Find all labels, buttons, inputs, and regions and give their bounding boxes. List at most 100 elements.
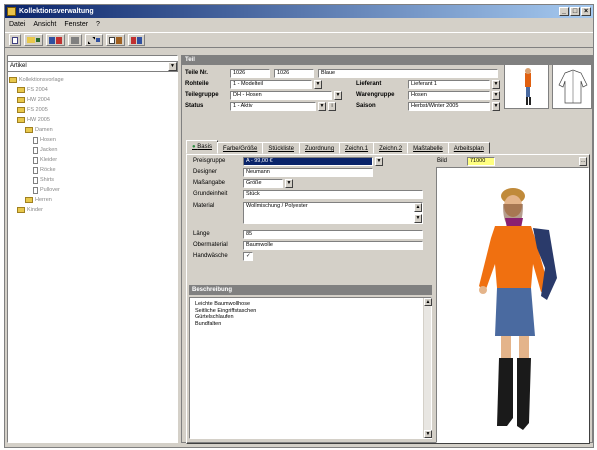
- save-icon: [49, 36, 55, 44]
- teil-nr2-field[interactable]: 1026: [274, 69, 314, 78]
- teilegruppe-label: Teilegruppe: [185, 92, 219, 98]
- teilegruppe-field[interactable]: DH - Hosen: [230, 91, 332, 100]
- handwaesche-checkbox[interactable]: ✓: [243, 252, 253, 261]
- minimize-button[interactable]: _: [559, 7, 569, 16]
- basis-field[interactable]: Stück: [243, 190, 423, 199]
- document-icon: [33, 166, 38, 174]
- tab-4[interactable]: Zeichn.1: [339, 142, 375, 154]
- status-field[interactable]: 1 - Aktiv: [230, 102, 316, 111]
- tree-item[interactable]: Hosen: [9, 135, 174, 145]
- rohteile-dropdown-icon[interactable]: ▼: [314, 80, 322, 89]
- menu-bar: Datei Ansicht Fenster ?: [5, 19, 593, 30]
- saison-field[interactable]: Herbst/Winter 2005: [408, 102, 490, 111]
- tree-item-label: Kleider: [40, 157, 58, 163]
- tree-item[interactable]: Kollektionsvorlage: [9, 75, 174, 85]
- menu-fenster[interactable]: Fenster: [64, 19, 88, 30]
- print-icon: [71, 36, 79, 44]
- description-textarea[interactable]: Leichte Baumwollhose Seitliche Eingriffs…: [189, 297, 432, 439]
- tree-item[interactable]: Jacken: [9, 145, 174, 155]
- basis-field[interactable]: Baumwolle: [243, 241, 423, 250]
- tree-selector[interactable]: Artikel ▼: [7, 61, 178, 72]
- cut-button[interactable]: [85, 34, 103, 46]
- tree-item[interactable]: FS 2004: [9, 85, 174, 95]
- tree-item-label: Kollektionsvorlage: [19, 77, 64, 83]
- tree-item-label: Pullover: [40, 187, 60, 193]
- tree-item[interactable]: Damen: [9, 125, 174, 135]
- copy-icon: [109, 36, 115, 44]
- bild-field[interactable]: 71000: [467, 157, 495, 166]
- tab-7[interactable]: Arbeitsplan: [447, 142, 490, 154]
- menu-ansicht[interactable]: Ansicht: [33, 19, 56, 30]
- tree-item-label: Shirts: [40, 177, 55, 183]
- open-button[interactable]: [24, 34, 43, 46]
- tab-page-basis: Preisgruppe A - 99,00 € ▼ Designer Neumann Ma…: [186, 154, 590, 444]
- scroll-down-icon[interactable]: ▼: [424, 430, 432, 438]
- tab-2[interactable]: Stückliste: [262, 142, 301, 154]
- help-button[interactable]: [128, 34, 145, 46]
- scroll-up-icon[interactable]: ▲: [424, 298, 432, 306]
- tree-item[interactable]: Shirts: [9, 175, 174, 185]
- tree-item-label: HW 2005: [27, 117, 50, 123]
- tab-1[interactable]: Farbe/Größe: [216, 142, 264, 154]
- tree-item[interactable]: HW 2004: [9, 95, 174, 105]
- status-dropdown-icon[interactable]: ▼: [318, 102, 326, 111]
- status-info-icon[interactable]: i: [328, 102, 336, 111]
- sketch-thumbnail[interactable]: [552, 64, 592, 109]
- document-icon: [33, 186, 38, 194]
- description-scrollbar[interactable]: ▲ ▼: [423, 298, 432, 438]
- arrow-right-icon: [96, 38, 100, 42]
- teilegruppe-dropdown-icon[interactable]: ▼: [334, 91, 342, 100]
- tree-item[interactable]: Herren: [9, 195, 174, 205]
- warengruppe-field[interactable]: Hosen: [408, 91, 490, 100]
- print-button[interactable]: [68, 34, 82, 46]
- warengruppe-dropdown-icon[interactable]: ▼: [492, 91, 500, 100]
- lieferant-label: Lieferant: [356, 81, 382, 87]
- model-thumbnail-image: [525, 68, 531, 105]
- scroll-down-icon[interactable]: ▼: [414, 214, 422, 223]
- scroll-up-icon[interactable]: ▲: [414, 203, 422, 212]
- rohteile-field[interactable]: 1 - Modelteil: [230, 80, 312, 89]
- basis-field[interactable]: A - 99,00 €: [243, 157, 373, 166]
- lieferant-field[interactable]: Lieferant 1: [408, 80, 490, 89]
- new-button[interactable]: [9, 34, 21, 46]
- tab-6[interactable]: Maßtabelle: [407, 142, 449, 154]
- copy-button[interactable]: [106, 34, 125, 46]
- maximize-button[interactable]: □: [570, 7, 580, 16]
- chevron-down-icon[interactable]: ▼: [168, 62, 177, 71]
- basis-label: Preisgruppe: [193, 158, 226, 164]
- folder-icon: [17, 207, 25, 213]
- saison-dropdown-icon[interactable]: ▼: [492, 102, 500, 111]
- teil-nr-field[interactable]: 1026: [230, 69, 270, 78]
- tree-item-label: HW 2004: [27, 97, 50, 103]
- basis-field[interactable]: Neumann: [243, 168, 373, 177]
- tree-item[interactable]: FS 2005: [9, 105, 174, 115]
- basis-field[interactable]: Wollmischung / Polyester: [243, 202, 423, 224]
- tree-item-label: FS 2004: [27, 87, 48, 93]
- menu-help[interactable]: ?: [96, 19, 100, 30]
- close-button[interactable]: ×: [581, 7, 591, 16]
- basis-field[interactable]: 85: [243, 230, 423, 239]
- tab-bar: ● Basis Farbe/Größe Stückliste Zuordnung Zei…: [186, 140, 490, 154]
- tab-5[interactable]: Zeichn.2: [373, 142, 409, 154]
- description-header: Beschreibung: [189, 285, 432, 295]
- tree-item[interactable]: Röcke: [9, 165, 174, 175]
- open-folder-icon: [27, 37, 35, 43]
- tree-item[interactable]: Kleider: [9, 155, 174, 165]
- chevron-down-icon[interactable]: ▼: [375, 157, 383, 166]
- chevron-down-icon[interactable]: ▼: [285, 179, 293, 188]
- lieferant-dropdown-icon[interactable]: ▼: [492, 80, 500, 89]
- model-thumbnail[interactable]: [504, 64, 549, 109]
- document-icon: [33, 136, 38, 144]
- save-button[interactable]: [46, 34, 65, 46]
- menu-datei[interactable]: Datei: [9, 19, 25, 30]
- bild-browse-button[interactable]: …: [579, 157, 587, 166]
- tree-item[interactable]: HW 2005: [9, 115, 174, 125]
- tree-item[interactable]: Pullover: [9, 185, 174, 195]
- scissors-icon: [88, 36, 95, 44]
- tree-item[interactable]: Kinder: [9, 205, 174, 215]
- teil-name-field[interactable]: Blaue: [318, 69, 498, 78]
- tree-item-label: Herren: [35, 197, 52, 203]
- tab-3[interactable]: Zuordnung: [299, 142, 341, 154]
- tab-0[interactable]: ● Basis: [186, 140, 218, 154]
- basis-field[interactable]: Größe: [243, 179, 283, 188]
